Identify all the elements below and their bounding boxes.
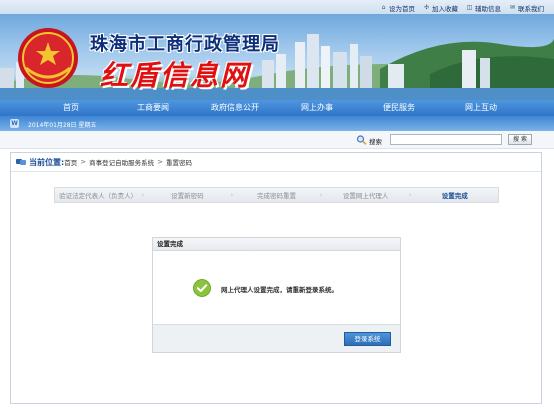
accessibility-label: 辅助信息 <box>475 5 501 13</box>
add-favorite-label: 加入收藏 <box>432 5 458 13</box>
nav-item-interaction[interactable]: 网上互动 <box>440 100 522 116</box>
nav-item-online-services[interactable]: 网上办事 <box>276 100 358 116</box>
favorite-icon: ✣ <box>423 4 430 11</box>
login-system-button[interactable]: 登录系统 <box>344 332 391 346</box>
nav-item-news[interactable]: 工商要闻 <box>112 100 194 116</box>
contact-us-link[interactable]: ✉ 联系我们 <box>509 3 544 14</box>
utility-links: ⌂ 设为首页 ✣ 加入收藏 ◫ 辅助信息 ✉ 联系我们 <box>380 3 544 14</box>
progress-steps: 验证法定代表人（负责人） › 设置新密码 › 完成密码重置 › 设置网上代理人 … <box>54 187 499 203</box>
breadcrumb-system[interactable]: 商事登记自助服务系统 <box>89 157 154 167</box>
breadcrumb-current: 重置密码 <box>165 159 192 167</box>
utility-bar: ⌂ 设为首页 ✣ 加入收藏 ◫ 辅助信息 ✉ 联系我们 <box>0 0 554 14</box>
panel-footer: 登录系统 <box>153 324 400 352</box>
breadcrumb-separator: > <box>80 158 87 166</box>
step-verify-representative: 验证法定代表人（负责人） <box>59 192 138 200</box>
success-message: 网上代理人设置完成，请重新登录系统。 <box>221 286 338 294</box>
search-label: 搜索 <box>369 138 382 146</box>
set-homepage-link[interactable]: ⌂ 设为首页 <box>380 3 415 14</box>
search-icon <box>356 135 367 145</box>
accessibility-icon: ◫ <box>466 4 473 11</box>
agency-title: 珠海市工商行政管理局 <box>90 34 280 55</box>
step-reset-complete: 完成密码重置 <box>256 192 296 200</box>
weather-icon: W <box>10 119 19 128</box>
search-button[interactable]: 搜 索 <box>508 134 532 145</box>
breadcrumb: 当前位置: 首页 > 商事登记自助服务系统 > 重置密码 <box>11 153 541 172</box>
add-favorite-link[interactable]: ✣ 加入收藏 <box>423 3 458 14</box>
accessibility-link[interactable]: ◫ 辅助信息 <box>466 3 501 14</box>
city-skyline-illustration <box>0 28 554 100</box>
set-homepage-label: 设为首页 <box>389 5 415 13</box>
step-set-agent: 设置网上代理人 <box>342 192 389 200</box>
contact-us-label: 联系我们 <box>518 5 544 13</box>
location-icon <box>16 159 26 165</box>
result-panel: 设置完成 网上代理人设置完成，请重新登录系统。 登录系统 <box>152 237 401 353</box>
site-slogan: 红盾信息网 <box>100 59 251 92</box>
breadcrumb-home[interactable]: 首页 <box>64 157 77 167</box>
step-set-password: 设置新密码 <box>171 192 204 200</box>
search-input[interactable] <box>390 134 502 145</box>
date-bar: W 2014年01月28日 星期五 <box>0 116 554 131</box>
home-icon: ⌂ <box>381 4 386 11</box>
site-banner: 珠海市工商行政管理局 红盾信息网 <box>0 14 554 100</box>
date-text: 2014年01月28日 星期五 <box>28 122 97 129</box>
search-row: 搜索 搜 索 <box>0 131 554 149</box>
mail-icon: ✉ <box>509 4 516 11</box>
nav-item-convenience[interactable]: 便民服务 <box>358 100 440 116</box>
nav-item-gov-info[interactable]: 政府信息公开 <box>194 100 276 116</box>
breadcrumb-separator: > <box>157 158 163 166</box>
panel-body: 网上代理人设置完成，请重新登录系统。 <box>153 251 400 324</box>
panel-title: 设置完成 <box>153 238 400 251</box>
success-check-icon <box>193 279 211 297</box>
main-nav: 首页 工商要闻 政府信息公开 网上办事 便民服务 网上互动 <box>0 100 554 116</box>
breadcrumb-label: 当前位置: <box>29 157 65 167</box>
content-frame: 当前位置: 首页 > 商事登记自助服务系统 > 重置密码 验证法定代表人（负责人… <box>10 152 542 404</box>
step-setup-complete: 设置完成 <box>441 192 468 200</box>
nav-item-home[interactable]: 首页 <box>30 100 112 116</box>
